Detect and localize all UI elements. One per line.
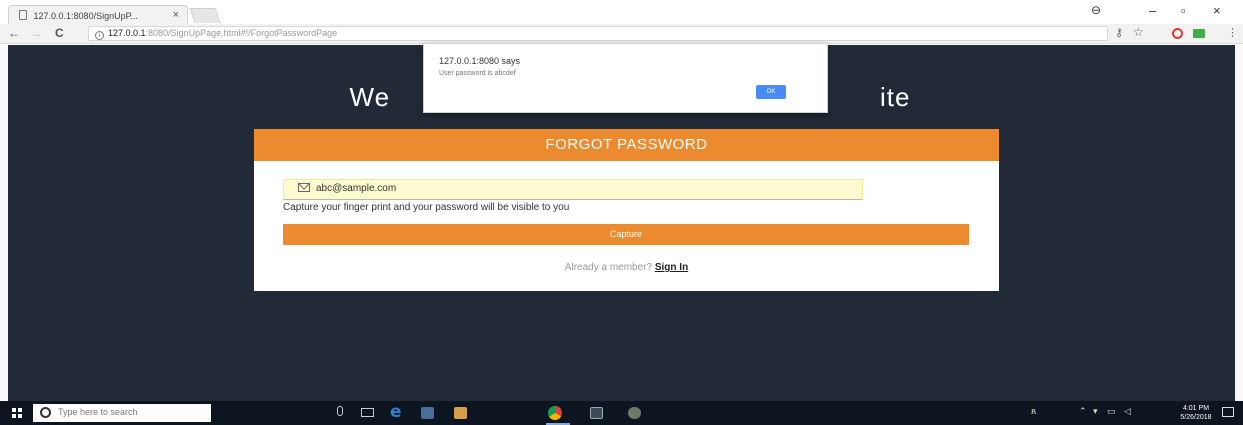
dialog-title: 127.0.0.1:8080 says	[439, 56, 521, 66]
search-placeholder: Type here to search	[58, 407, 138, 417]
back-button[interactable]: ←	[8, 26, 20, 40]
page-heading-right: ite	[880, 82, 911, 112]
taskbar: Type here to search e ጸ ⌃ ▾ ▭ ◁ 4:01 PM …	[0, 401, 1243, 425]
tab-title: 127.0.0.1:8080/SignUpP...	[33, 10, 138, 21]
url-host: 127.0.0.1	[108, 28, 146, 38]
capture-hint: Capture your finger print and your passw…	[283, 202, 570, 213]
forgot-password-card: FORGOT PASSWORD abc@sample.com Capture y…	[254, 129, 999, 291]
new-tab-button[interactable]	[189, 8, 221, 23]
tray-chevron-icon[interactable]: ⌃	[1079, 406, 1087, 417]
close-window-button[interactable]: ×	[1213, 3, 1221, 18]
taskbar-clock[interactable]: 4:01 PM 5/26/2018	[1176, 404, 1216, 422]
opera-icon[interactable]	[1172, 28, 1183, 39]
terminal-icon[interactable]	[590, 407, 603, 419]
battery-icon[interactable]: ▭	[1107, 406, 1116, 417]
menu-icon[interactable]: ⋮	[1227, 26, 1238, 39]
forward-button[interactable]: →	[30, 26, 42, 40]
capture-button[interactable]: Capture	[283, 224, 969, 245]
photos-icon[interactable]	[421, 407, 434, 419]
star-icon[interactable]: ☆	[1133, 25, 1144, 39]
people-icon[interactable]: ጸ	[1031, 406, 1036, 417]
page-right-edge	[1235, 45, 1243, 401]
edge-icon[interactable]: e	[390, 402, 402, 422]
volume-icon[interactable]: ◁	[1124, 406, 1131, 417]
envelope-icon	[298, 183, 310, 192]
cortana-icon	[40, 407, 51, 418]
browser-titlebar: 127.0.0.1:8080/SignUpP... × ⊖ – ▫ ×	[0, 0, 1243, 24]
store-icon[interactable]	[454, 407, 467, 419]
windows-start-icon[interactable]	[12, 408, 22, 418]
url-path: :8080/SignUpPage.html#!/ForgotPasswordPa…	[145, 28, 338, 38]
signin-row: Already a member? Sign In	[254, 262, 999, 273]
network-icon[interactable]: ▾	[1093, 406, 1098, 417]
card-header: FORGOT PASSWORD	[254, 129, 999, 161]
browser-tab[interactable]: 127.0.0.1:8080/SignUpP... ×	[8, 5, 188, 24]
address-bar[interactable]: i 127.0.0.1:8080/SignUpPage.html#!/Forgot…	[88, 26, 1108, 41]
page-icon	[19, 10, 27, 20]
email-value: abc@sample.com	[316, 183, 397, 194]
clock-date: 5/26/2018	[1180, 414, 1212, 421]
maximize-button[interactable]: ▫	[1181, 3, 1186, 18]
page-heading-left: We	[349, 82, 391, 112]
member-text: Already a member?	[564, 262, 653, 273]
app-icon[interactable]	[628, 407, 641, 419]
dialog-ok-button[interactable]: OK	[756, 85, 786, 99]
chrome-icon[interactable]	[548, 406, 562, 420]
task-view-icon[interactable]	[361, 408, 374, 417]
clock-time: 4:01 PM	[1182, 405, 1210, 412]
profile-icon[interactable]: ⊖	[1091, 3, 1101, 17]
dialog-message: User password is abcdef	[439, 70, 516, 77]
notification-icon[interactable]	[1222, 407, 1234, 417]
taskbar-search-box[interactable]: Type here to search	[33, 404, 211, 422]
info-icon[interactable]: i	[95, 31, 104, 40]
sign-in-link[interactable]: Sign In	[655, 262, 688, 273]
browser-toolbar: ← → C i 127.0.0.1:8080/SignUpPage.html#!/…	[0, 24, 1243, 44]
tab-close-icon[interactable]: ×	[173, 9, 179, 21]
reload-button[interactable]: C	[55, 26, 64, 40]
key-icon[interactable]: ⚷	[1115, 26, 1123, 39]
minimize-button[interactable]: –	[1149, 3, 1156, 18]
page-left-edge	[0, 45, 8, 401]
extension-icon[interactable]	[1193, 29, 1205, 38]
email-field[interactable]: abc@sample.com	[283, 179, 863, 200]
microphone-icon[interactable]	[337, 406, 343, 416]
alert-dialog: 127.0.0.1:8080 says User password is abc…	[423, 43, 828, 113]
